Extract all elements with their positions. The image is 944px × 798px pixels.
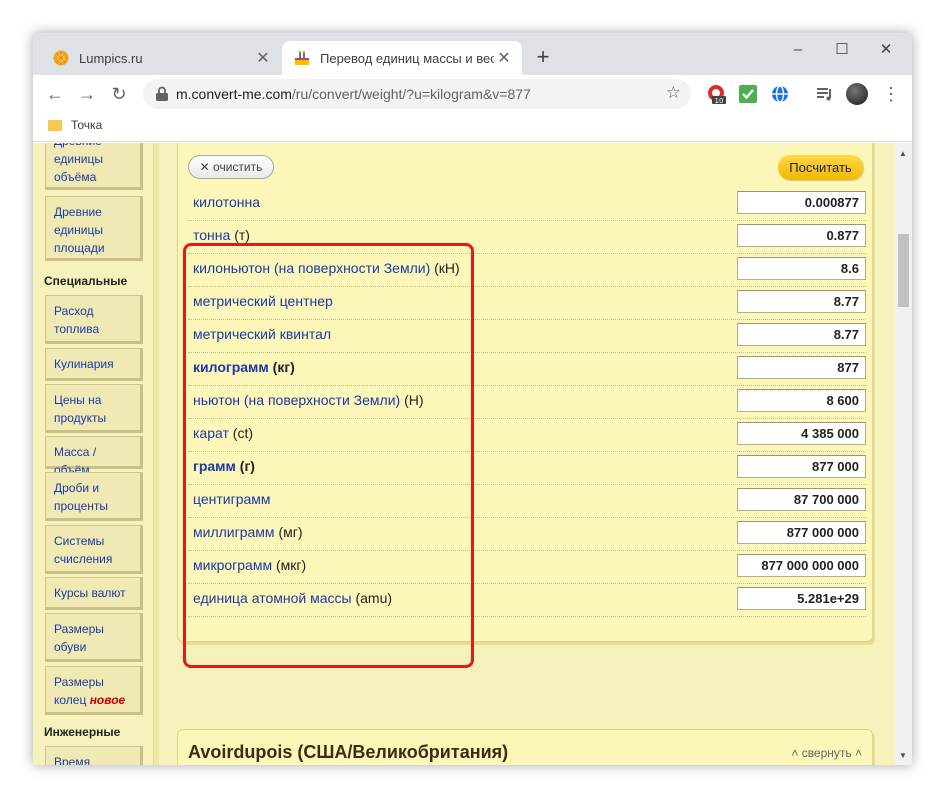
chevron-up-icon: ˄ — [791, 746, 802, 760]
unit-label: килотонна — [193, 194, 260, 210]
avoirdupois-panel: Avoirdupois (США/Великобритания) ˄ сверн… — [177, 729, 873, 765]
address-bar[interactable]: m.convert-me.com/ru/convert/weight/?u=ki… — [143, 79, 691, 109]
scroll-up-icon[interactable]: ▲ — [899, 149, 907, 158]
section-title: Avoirdupois (США/Великобритания) — [188, 742, 509, 762]
sidebar-item-label: Древние единицы объёма — [54, 143, 103, 184]
forward-arrow-icon[interactable]: → — [74, 81, 100, 107]
bookmark-star-icon[interactable]: ☆ — [666, 83, 681, 103]
highlight-box — [183, 243, 474, 668]
unit-value-input[interactable]: 5.281e+29 — [737, 587, 866, 610]
sidebar-item-cooking[interactable]: Кулинария — [45, 348, 143, 381]
extension-red-icon[interactable]: 10 — [706, 84, 726, 104]
tab-title: Перевод единиц массы и веса — [320, 50, 494, 66]
sidebar-item-label: Размеры обуви — [54, 622, 104, 654]
extension-badge: 10 — [715, 97, 724, 104]
cake-favicon-icon — [295, 50, 309, 65]
check-extension-icon[interactable] — [738, 84, 758, 104]
unit-value-input[interactable]: 8 600 — [737, 389, 866, 412]
minimize-button[interactable]: – — [776, 37, 820, 63]
sidebar-item-ancient-area[interactable]: Древние единицы площади — [45, 196, 143, 261]
sidebar-item-label: Кулинария — [54, 357, 114, 371]
sidebar-item-currency[interactable]: Курсы валют — [45, 577, 143, 610]
unit-row: килотонна 0.000877 — [188, 188, 866, 221]
sidebar-item-label: Системы счисления — [54, 534, 113, 566]
menu-dots-icon[interactable]: ⋮ — [878, 81, 904, 107]
unit-value-input[interactable]: 877 000 — [737, 455, 866, 478]
unit-value-input[interactable]: 877 — [737, 356, 866, 379]
sidebar-item-label: Дроби и проценты — [54, 481, 109, 513]
unit-value-input[interactable]: 4 385 000 — [737, 422, 866, 445]
page-content: Древние единицы объёма Древние единицы п… — [33, 143, 895, 765]
sidebar-item-fuel[interactable]: Расход топлива — [45, 295, 143, 344]
browser-window: Lumpics.ru ✕ Перевод единиц массы и веса… — [33, 33, 912, 765]
unit-name-link[interactable]: килотонна — [193, 194, 260, 210]
new-badge: новое — [89, 693, 126, 707]
sidebar-item-mass-volume[interactable]: Масса / объём — [45, 436, 143, 477]
url-host: m.convert-me.com — [176, 86, 292, 102]
back-arrow-icon[interactable]: ← — [42, 81, 68, 107]
sidebar-item-fractions[interactable]: Дроби и проценты — [45, 472, 143, 521]
unit-value-input[interactable]: 87 700 000 — [737, 488, 866, 511]
folder-icon — [48, 119, 62, 131]
collapse-link[interactable]: ˄ свернуть ˄ — [791, 746, 862, 760]
sidebar-item-shoe-sizes[interactable]: Размеры обуви — [45, 613, 143, 662]
close-window-button[interactable]: ✕ — [864, 37, 908, 63]
scroll-down-icon[interactable]: ▼ — [899, 751, 907, 760]
collapse-label: свернуть — [801, 746, 852, 760]
unit-value-input[interactable]: 8.6 — [737, 257, 866, 280]
browser-toolbar: ← → ↻ m.convert-me.com/ru/convert/weight… — [33, 75, 912, 113]
tab-lumpics[interactable]: Lumpics.ru ✕ — [41, 41, 281, 75]
sidebar-item-time[interactable]: Время — [45, 746, 143, 765]
lock-icon — [156, 86, 168, 101]
sidebar-section-heading: Инженерные — [44, 725, 121, 739]
sidebar-item-numeral-systems[interactable]: Системы счисления — [45, 525, 143, 574]
sidebar-item-ancient-volume[interactable]: Древние единицы объёма — [45, 143, 143, 190]
bookmark-tochka[interactable]: Точка — [48, 118, 102, 132]
scrollbar-thumb[interactable] — [898, 234, 909, 307]
reload-icon[interactable]: ↻ — [106, 81, 132, 107]
sidebar-item-label: Цены на продукты — [54, 393, 107, 425]
calculate-button[interactable]: Посчитать — [778, 155, 863, 180]
tab-convert-me[interactable]: Перевод единиц массы и веса ✕ — [282, 41, 522, 75]
unit-symbol: (т) — [234, 227, 250, 243]
tab-strip: Lumpics.ru ✕ Перевод единиц массы и веса… — [33, 33, 912, 75]
sidebar-divider — [153, 143, 159, 765]
clear-button-label: очистить — [213, 160, 263, 174]
new-tab-button[interactable]: + — [530, 45, 556, 71]
avatar[interactable] — [846, 83, 868, 105]
sidebar-item-label: Древние единицы площади — [54, 205, 105, 255]
globe-extension-icon[interactable] — [770, 84, 790, 104]
sidebar-item-label: Время — [54, 755, 91, 765]
tab-close-icon[interactable]: ✕ — [253, 48, 273, 68]
url-path: /ru/convert/weight/?u=kilogram&v=877 — [291, 86, 531, 102]
media-queue-icon[interactable] — [815, 84, 835, 104]
maximize-button[interactable]: ☐ — [820, 37, 864, 63]
unit-value-input[interactable]: 0.000877 — [737, 191, 866, 214]
tab-title: Lumpics.ru — [79, 50, 143, 66]
x-icon: ✕ — [199, 160, 214, 174]
unit-name-link[interactable]: тонна — [193, 227, 230, 243]
unit-value-input[interactable]: 8.77 — [737, 323, 866, 346]
bookmark-label: Точка — [71, 118, 103, 132]
chevron-up-icon: ˄ — [851, 746, 862, 760]
unit-value-input[interactable]: 8.77 — [737, 290, 866, 313]
sidebar-item-food-prices[interactable]: Цены на продукты — [45, 384, 143, 433]
sidebar: Древние единицы объёма Древние единицы п… — [33, 143, 160, 765]
sidebar-item-label: Расход топлива — [54, 304, 100, 336]
tab-close-icon[interactable]: ✕ — [494, 48, 514, 68]
bookmarks-bar: Точка — [33, 113, 912, 142]
unit-value-input[interactable]: 877 000 000 000 — [737, 554, 866, 577]
sidebar-section-heading: Специальные — [44, 274, 128, 288]
sidebar-item-label: Курсы валют — [54, 586, 126, 600]
sidebar-item-ring-sizes[interactable]: Размеры колец новое — [45, 666, 143, 715]
unit-value-input[interactable]: 877 000 000 — [737, 521, 866, 544]
orange-favicon-icon — [53, 50, 69, 66]
clear-button[interactable]: ✕ очистить — [188, 155, 274, 179]
unit-label: тонна (т) — [193, 227, 250, 243]
unit-value-input[interactable]: 0.877 — [737, 224, 866, 247]
scrollbar[interactable]: ▲ ▼ — [895, 143, 912, 765]
url-text: m.convert-me.com/ru/convert/weight/?u=ki… — [176, 86, 531, 102]
